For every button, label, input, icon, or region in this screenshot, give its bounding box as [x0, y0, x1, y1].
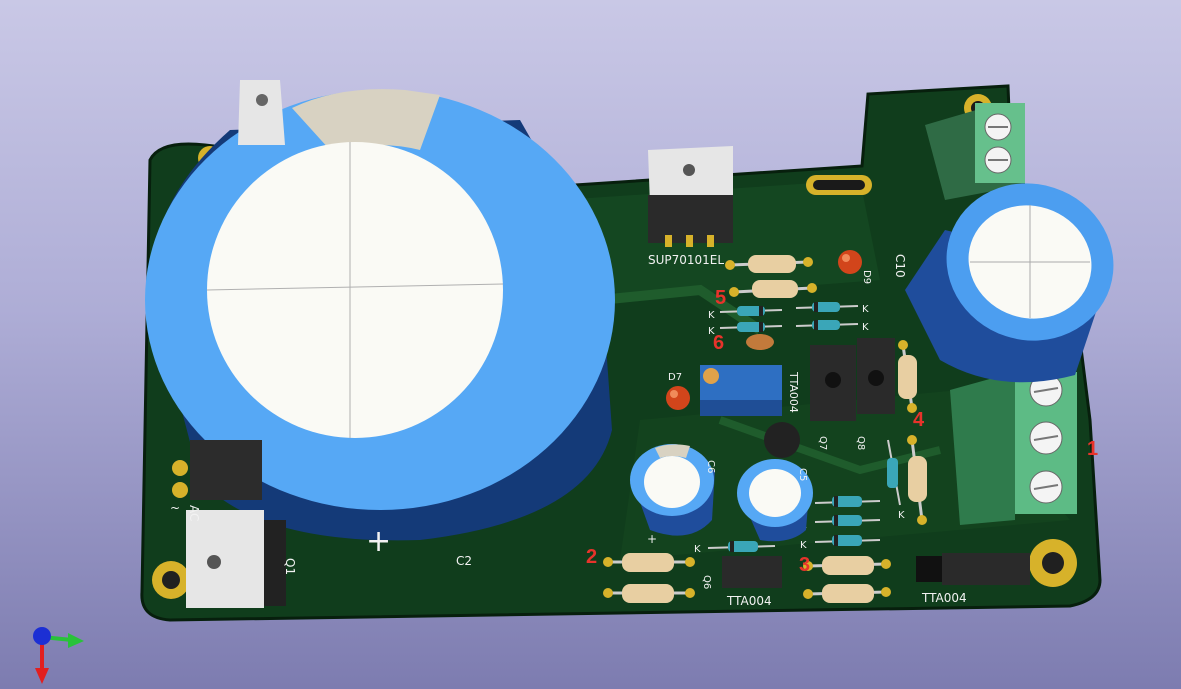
c2-polarity-mark: +: [366, 524, 391, 559]
d9-label: D9: [861, 270, 872, 284]
c6-label: C6: [705, 460, 716, 473]
tta004-label: TTA004: [921, 591, 967, 605]
c6-polarity-mark: +: [647, 532, 657, 546]
marker-6: 6: [713, 332, 724, 354]
cathode-mark: K: [862, 322, 869, 333]
cathode-mark: K: [694, 544, 701, 555]
pcb-3d-view[interactable]: SUP70101EL C10 C2 + Q1 AC ~ K K K K K K …: [0, 0, 1181, 689]
cathode-mark: K: [862, 304, 869, 315]
mosfet-sup70101el: [648, 146, 733, 247]
terminal-block-output: [950, 372, 1077, 525]
transistor-tta004: [916, 553, 1030, 585]
mounting-hole: [152, 561, 190, 599]
cathode-mark: K: [708, 310, 715, 321]
led-d7: [666, 386, 690, 410]
left-regulator-top: [238, 80, 285, 145]
to92-transistor: [764, 422, 800, 458]
y-axis-arrowhead: [68, 633, 84, 648]
axis-gizmo[interactable]: [33, 627, 84, 684]
tta004-vertical-label: TTA004: [787, 371, 800, 413]
trimmer-potentiometer: [700, 365, 782, 416]
marker-3: 3: [799, 554, 810, 576]
x-axis-dot: [33, 627, 51, 645]
ac-tilde-label: ~: [170, 501, 180, 515]
c2-label: C2: [456, 554, 472, 568]
board-slot-hole: [813, 180, 865, 190]
d7-label: D7: [668, 372, 682, 383]
cathode-mark: K: [898, 510, 905, 521]
c5-label: C5: [797, 468, 808, 481]
left-bridge: [190, 440, 262, 500]
marker-2: 2: [586, 546, 597, 568]
mounting-hole: [1029, 539, 1077, 587]
ceramic-capacitor: [746, 334, 774, 350]
q1-label: Q1: [283, 558, 297, 575]
z-axis-arrowhead: [35, 668, 49, 684]
transistor-tta004: [722, 556, 782, 588]
led-d9: [838, 250, 862, 274]
q6-label: Q6: [701, 575, 712, 589]
transistor-q8: [857, 338, 895, 414]
marker-5: 5: [715, 287, 726, 309]
q7-label: Q7: [817, 436, 828, 450]
c10-label: C10: [893, 254, 907, 278]
cathode-mark: K: [800, 540, 807, 551]
marker-1: 1: [1087, 438, 1098, 460]
tta004-label: TTA004: [726, 594, 772, 608]
ac-label: AC: [187, 505, 201, 521]
q8-label: Q8: [855, 436, 866, 450]
left-transistor-q1: [186, 510, 286, 608]
mosfet-label: SUP70101EL: [648, 253, 724, 267]
marker-4: 4: [913, 409, 925, 431]
transistor-q7: [810, 345, 856, 421]
